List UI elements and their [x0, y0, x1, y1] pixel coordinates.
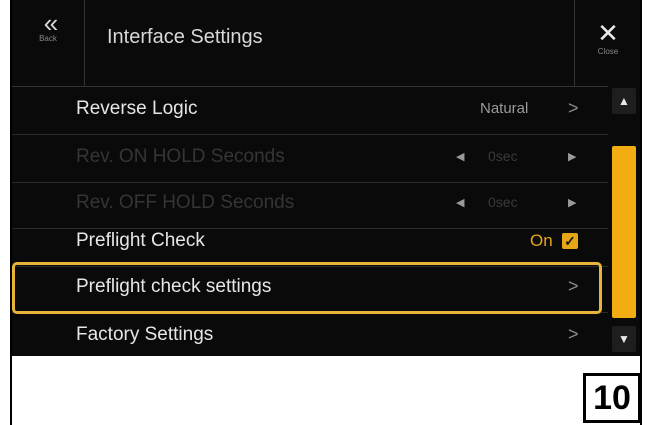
scroll-down-button[interactable]: ▼ — [612, 326, 636, 352]
close-label: Close — [597, 47, 619, 56]
row-value: Natural — [480, 100, 529, 117]
close-button[interactable]: ✕ Close — [574, 0, 641, 86]
scrollbar[interactable]: ▲ ▼ — [608, 86, 640, 356]
scroll-thumb[interactable] — [612, 146, 636, 318]
row-preflight-check[interactable]: Preflight Check On ✓ — [12, 218, 608, 267]
row-value: 0sec — [488, 194, 518, 210]
row-reverse-logic[interactable]: Reverse Logic Natural > — [12, 86, 608, 135]
chevron-right-icon: > — [568, 98, 579, 118]
page-title: Interface Settings — [107, 26, 263, 48]
row-rev-on-hold-seconds: Rev. ON HOLD Seconds ◀ 0sec ▶ — [12, 134, 608, 183]
chevron-right-icon: > — [568, 324, 579, 344]
checkbox-checked-icon[interactable]: ✓ — [562, 233, 578, 249]
row-label: Reverse Logic — [76, 98, 198, 119]
page-number: 10 — [583, 373, 641, 423]
selection-highlight — [12, 262, 602, 314]
settings-screen: « Back Interface Settings ✕ Close Revers… — [12, 0, 640, 356]
left-arrow-icon: ◀ — [456, 197, 465, 209]
row-value: On — [530, 231, 553, 250]
row-label: Rev. ON HOLD Seconds — [76, 146, 285, 167]
left-arrow-icon: ◀ — [456, 151, 465, 163]
header-bar: « Back Interface Settings ✕ Close — [12, 0, 640, 87]
scroll-up-button[interactable]: ▲ — [612, 88, 636, 114]
close-icon: ✕ — [597, 18, 619, 48]
back-icon: « — [43, 8, 58, 38]
row-label: Factory Settings — [76, 324, 214, 345]
right-arrow-icon: ▶ — [568, 151, 577, 163]
row-label: Preflight Check — [76, 230, 205, 251]
row-label: Rev. OFF HOLD Seconds — [76, 192, 295, 213]
back-button[interactable]: « Back — [12, 0, 85, 86]
back-label: Back — [39, 34, 57, 43]
row-factory-settings[interactable]: Factory Settings > — [12, 312, 608, 360]
right-arrow-icon: ▶ — [568, 197, 577, 209]
row-value: 0sec — [488, 148, 518, 164]
